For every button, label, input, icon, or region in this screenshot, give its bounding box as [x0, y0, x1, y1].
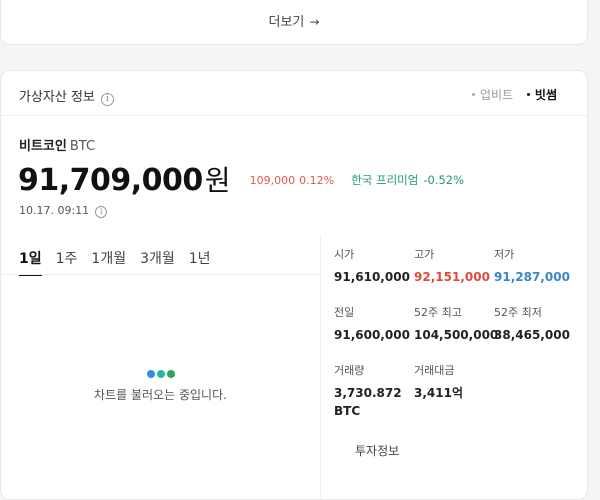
volume-value: 3,730.872: [334, 386, 402, 400]
loader-dot: [156, 370, 165, 378]
stat-volume: 거래량 3,730.872 BTC: [334, 362, 414, 420]
premium-value: -0.52%: [423, 173, 465, 187]
stat-52w-low: 52주 최저 38,465,000: [494, 304, 574, 344]
stat-low: 저가 91,287,000: [494, 246, 574, 286]
more-card: 더보기 →: [0, 0, 588, 45]
stat-label: 거래량: [334, 364, 365, 377]
tab-1week[interactable]: 1주: [56, 248, 78, 274]
tab-1month[interactable]: 1개월: [91, 248, 126, 274]
more-label: 더보기: [268, 15, 305, 30]
stat-value: 92,151,000: [414, 270, 490, 284]
more-button[interactable]: 더보기 →: [1, 11, 587, 30]
stat-trade-value: 거래대금 3,411억: [414, 362, 494, 402]
price-timestamp: 10.17. 09:11 i: [19, 204, 108, 218]
coin-name-text: 비트코인: [19, 139, 67, 154]
stat-value: 3,411억: [414, 386, 463, 400]
stat-label: 52주 최고: [414, 306, 462, 319]
card-title: 가상자산 정보 i: [19, 86, 114, 106]
exchange-bithumb[interactable]: 빗썸: [526, 86, 557, 103]
change-percent: 0.12%: [299, 174, 335, 187]
tab-1day[interactable]: 1일: [19, 248, 42, 276]
tab-1year[interactable]: 1년: [189, 248, 211, 274]
loader-dot: [166, 370, 175, 378]
stats-divider: [320, 235, 321, 499]
stat-52w-high: 52주 최고 104,500,000: [414, 304, 499, 344]
card-header: 가상자산 정보 i 업비트 빗썸: [1, 71, 587, 116]
exchange-label: 빗썸: [534, 88, 557, 102]
stat-value: 91,287,000: [494, 270, 570, 284]
stat-label: 저가: [494, 248, 515, 261]
exchange-label: 업비트: [479, 88, 514, 102]
price-change: 109,000 0.12%: [250, 174, 334, 187]
stat-value: 91,610,000: [334, 270, 410, 284]
loader-dot: [146, 370, 155, 378]
loading-spinner-icon: [1, 363, 320, 382]
timestamp-text: 10.17. 09:11: [19, 204, 90, 217]
info-icon[interactable]: i: [100, 93, 114, 106]
exchange-selector: 업비트 빗썸: [462, 86, 557, 103]
coin-name: 비트코인 BTC: [19, 135, 95, 154]
korea-premium: 한국 프리미엄 -0.52%: [351, 172, 464, 188]
crypto-info-card: 가상자산 정보 i 업비트 빗썸 비트코인 BTC 91,709,000원 109,…: [0, 70, 588, 500]
tab-divider: [1, 274, 320, 275]
card-title-text: 가상자산 정보: [19, 90, 95, 105]
chart-loading: 차트를 불러오는 중입니다.: [1, 363, 320, 403]
stat-value: 3,730.872 BTC: [334, 384, 414, 420]
stat-value: 104,500,000: [414, 328, 499, 342]
stat-label: 전일: [334, 306, 355, 319]
tab-3month[interactable]: 3개월: [140, 248, 175, 274]
current-price: 91,709,000: [18, 163, 203, 198]
price-row: 91,709,000원 109,000 0.12% 한국 프리미엄 -0.52%: [18, 159, 464, 199]
stat-value: 91,600,000: [334, 328, 410, 342]
arrow-right-icon: →: [309, 15, 320, 29]
stat-prev-close: 전일 91,600,000: [334, 304, 414, 344]
volume-unit: BTC: [334, 404, 361, 418]
stat-open: 시가 91,610,000: [334, 246, 414, 286]
bullet-icon: [526, 93, 530, 96]
stat-high: 고가 92,151,000: [414, 246, 494, 286]
stat-value: 38,465,000: [494, 328, 570, 342]
stat-label: 거래대금: [414, 364, 455, 377]
loading-text: 차트를 불러오는 중입니다.: [94, 388, 227, 402]
coin-symbol: BTC: [69, 139, 96, 154]
price-unit: 원: [204, 164, 231, 197]
period-tabs: 1일 1주 1개월 3개월 1년: [19, 248, 225, 276]
exchange-upbit[interactable]: 업비트: [471, 86, 514, 103]
stat-label: 고가: [414, 248, 435, 261]
change-amount: 109,000: [249, 174, 296, 187]
bullet-icon: [471, 93, 475, 96]
stat-label: 52주 최저: [494, 306, 542, 319]
premium-label: 한국 프리미엄: [351, 173, 419, 187]
info-icon[interactable]: i: [95, 206, 108, 218]
stat-label: 시가: [334, 248, 355, 261]
investment-info-link[interactable]: 투자정보: [355, 442, 399, 459]
